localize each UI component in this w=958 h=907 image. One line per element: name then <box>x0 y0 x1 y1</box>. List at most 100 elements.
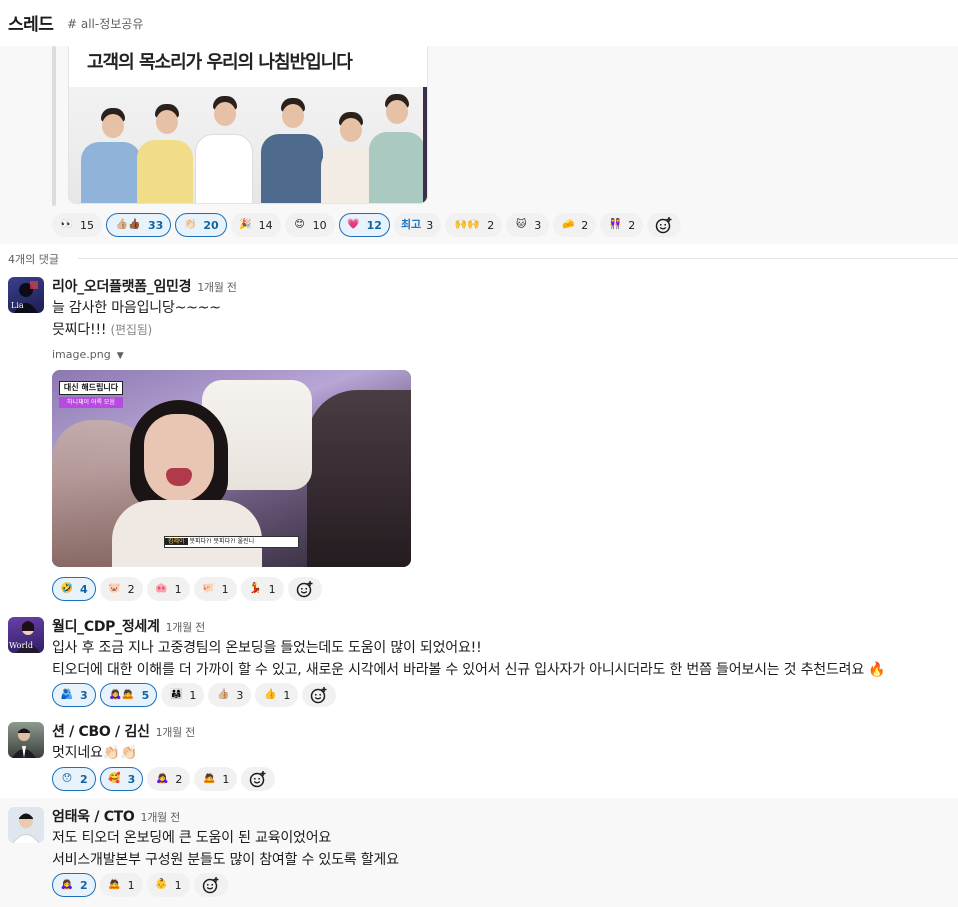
author-name[interactable]: 월디_CDP_정세계 1개월 전 <box>52 616 205 636</box>
reaction-baby[interactable]: 👶 1 <box>146 873 190 897</box>
best-text-icon: 최고 <box>400 218 422 231</box>
person-figure <box>261 98 323 203</box>
baby-face-icon: 👶 <box>155 879 168 890</box>
quote-bar <box>52 46 56 206</box>
reply-reactions: 🙇‍♀️ 2 🙇 1 👶 1 <box>52 873 228 897</box>
add-emoji-icon <box>296 581 313 598</box>
thumbsup-icon: 👍🏼👍🏾 <box>115 219 141 230</box>
avatar-image <box>12 728 36 758</box>
reaction-cheese[interactable]: 🧀 2 <box>553 213 597 237</box>
reaction-clap[interactable]: 👏🏻 20 <box>175 213 227 237</box>
thread-header: 스레드 # all-정보공유 <box>0 0 958 46</box>
reaction-people-hugging[interactable]: 🫂 3 <box>52 683 96 707</box>
reply-reactions: 😯 2 🥰 3 🙇‍♀️ 2 🙇 1 <box>52 767 276 791</box>
reaction-party[interactable]: 🎉 14 <box>230 213 281 237</box>
author-name[interactable]: 엄태욱 / CTO 1개월 전 <box>52 806 180 826</box>
reaction-pink-heart[interactable]: 💗 12 <box>338 213 390 237</box>
reaction-thumbsup-multi[interactable]: 👍🏼👍🏾 33 <box>106 213 172 237</box>
avatar[interactable]: World <box>8 617 44 653</box>
reaction-hushed[interactable]: 😯 2 <box>52 767 96 791</box>
reaction-bowing-pair[interactable]: 🙇‍♀️🙇 5 <box>99 683 158 707</box>
add-reaction-button[interactable] <box>193 873 228 897</box>
message-text: 티오더에 대한 이해를 더 가까이 할 수 있고, 새로운 시각에서 바라볼 수… <box>52 662 886 678</box>
channel-link[interactable]: # all-정보공유 <box>67 15 143 32</box>
timestamp[interactable]: 1개월 전 <box>141 811 181 824</box>
reply-reactions: 🫂 3 🙇‍♀️🙇 5 👨‍👩‍👧 1 👍🏼 3 👍 1 <box>52 683 337 707</box>
article-headline: 고객의 목소리가 우리의 나침반입니다 <box>87 52 353 73</box>
reaction-eyes[interactable]: 👀 15 <box>52 213 102 237</box>
reaction-bowing-man[interactable]: 🙇 1 <box>194 767 238 791</box>
cheese-icon: 🧀 <box>561 219 575 230</box>
reaction-cat[interactable]: 🐱 3 <box>506 213 550 237</box>
reaction-best[interactable]: 최고 3 <box>393 213 442 237</box>
replies-divider <box>78 258 958 259</box>
message-text: 서비스개발본부 구성원 분들도 많이 참여할 수 있도록 할게요 <box>52 852 399 868</box>
bowing-woman-icon: 🙇‍♀️ <box>60 879 74 890</box>
eyes-icon: 👀 <box>60 219 74 230</box>
attached-image[interactable]: 대신 해드립니다 하니재이 어록 모음 킴제이 뭇피다?! 뭇피다?! 울린니 <box>52 370 411 567</box>
message-text: 늘 감사한 마음입니당~~~~ <box>52 300 221 316</box>
reaction-star-struck[interactable]: 🥰 3 <box>99 767 144 791</box>
bowing-man-icon: 🙇 <box>108 879 121 890</box>
clap-icon: 👏🏻 <box>184 219 197 230</box>
rofl-icon: 🤣 <box>60 583 74 594</box>
cat-face-icon: 🐱 <box>515 219 527 230</box>
timestamp[interactable]: 1개월 전 <box>197 281 237 294</box>
avatar[interactable] <box>8 807 44 843</box>
add-reaction-button[interactable] <box>302 683 337 707</box>
person-figure <box>81 108 141 203</box>
bowing-man-icon: 🙇 <box>203 773 216 784</box>
image-caption-badge: 대신 해드립니다 <box>59 381 123 395</box>
image-caption-sub: 하니재이 어록 모음 <box>59 397 123 408</box>
reaction-dancer[interactable]: 💃 1 <box>240 577 284 601</box>
reaction-rofl[interactable]: 🤣 4 <box>52 577 96 601</box>
message-text: 멋지네요👏🏻👏🏻 <box>52 745 138 761</box>
person-figure <box>137 104 193 203</box>
people-hugging-icon: 🫂 <box>60 689 74 700</box>
hushed-face-icon: 😯 <box>61 773 73 784</box>
team-photo <box>69 87 427 203</box>
reaction-two-people[interactable]: 👭 2 <box>600 213 644 237</box>
person-figure <box>195 96 253 203</box>
reaction-thumbsup-light[interactable]: 👍🏼 3 <box>208 683 252 707</box>
parent-reactions: 👀 15 👍🏼👍🏾 33 👏🏻 20 🎉 14 😊 10 💗 12 최고 3 🙌🙌 2 🐱 3 🧀… <box>52 213 682 237</box>
reaction-thumbsup[interactable]: 👍 1 <box>255 683 299 707</box>
edited-label: (편집됨) <box>110 323 153 337</box>
thumbsup-icon: 👍🏼 <box>217 689 230 700</box>
message-text: 입사 후 조금 지나 고중경팀의 온보딩을 들었는데도 도움이 많이 되었어요!… <box>52 640 482 656</box>
reaction-pig-blob[interactable]: 🐽 1 <box>146 577 190 601</box>
image-subtitle: 킴제이 뭇피다?! 뭇피다?! 울린니 <box>164 536 299 548</box>
file-name-toggle[interactable]: image.png ▼ <box>52 348 124 361</box>
reaction-raised-hands[interactable]: 🙌🙌 2 <box>445 213 503 237</box>
reaction-people-group[interactable]: 👨‍👩‍👧 1 <box>161 683 205 707</box>
star-struck-icon: 🥰 <box>108 773 121 784</box>
add-emoji-icon <box>202 877 219 894</box>
pig-square-icon: 🐖 <box>202 583 215 594</box>
avatar[interactable]: Lia <box>8 277 44 313</box>
reaction-blush[interactable]: 😊 10 <box>284 213 335 237</box>
timestamp[interactable]: 1개월 전 <box>156 726 196 739</box>
thread-title: 스레드 <box>8 15 54 35</box>
avatar[interactable] <box>8 722 44 758</box>
timestamp[interactable]: 1개월 전 <box>166 621 206 634</box>
reaction-pig[interactable]: 🐷 2 <box>99 577 143 601</box>
reaction-bowing-woman[interactable]: 🙇‍♀️ 2 <box>147 767 191 791</box>
reaction-bowing-man[interactable]: 🙇 1 <box>99 873 143 897</box>
article-preview[interactable]: 고객의 목소리가 우리의 나침반입니다 <box>68 46 428 204</box>
add-reaction-button[interactable] <box>647 213 682 237</box>
pig-blob-icon: 🐽 <box>155 583 168 594</box>
people-group-icon: 👨‍👩‍👧 <box>170 689 183 700</box>
pink-heart-icon: 💗 <box>347 219 360 230</box>
add-emoji-icon <box>655 217 672 234</box>
message-text: 믓찌다!!! (편집됨) <box>52 322 153 338</box>
two-people-icon: 👭 <box>608 219 622 230</box>
thumbsup-icon: 👍 <box>264 689 277 700</box>
add-reaction-button[interactable] <box>241 767 276 791</box>
caret-down-icon: ▼ <box>116 351 124 361</box>
reaction-pig-square[interactable]: 🐖 1 <box>193 577 237 601</box>
reaction-bowing-woman[interactable]: 🙇‍♀️ 2 <box>52 873 96 897</box>
author-name[interactable]: 리아_오더플랫폼_임민경 1개월 전 <box>52 276 237 296</box>
author-name[interactable]: 션 / CBO / 김신 1개월 전 <box>52 721 195 741</box>
add-reaction-button[interactable] <box>287 577 322 601</box>
dancer-icon: 💃 <box>249 583 262 594</box>
